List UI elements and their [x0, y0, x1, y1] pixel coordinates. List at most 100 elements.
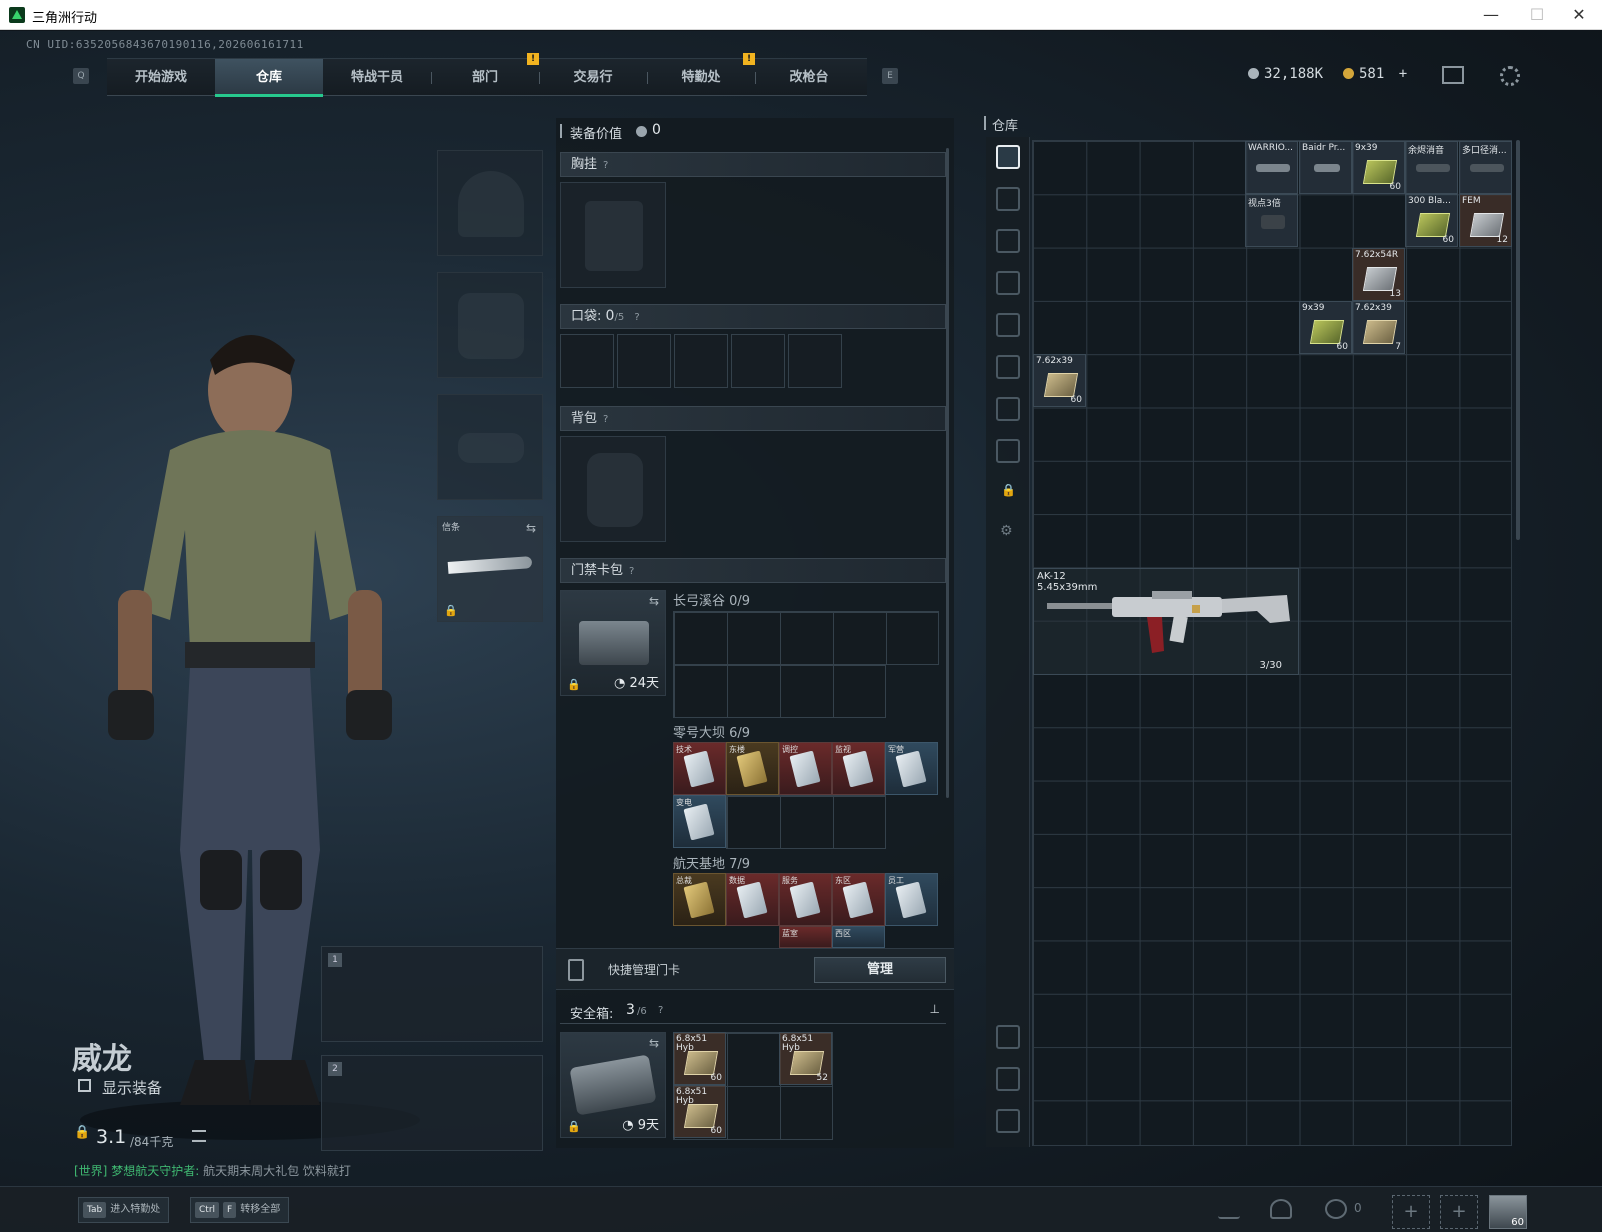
storage-page-icon[interactable] — [996, 397, 1020, 421]
manage-button[interactable]: 管理 — [814, 957, 946, 983]
storage-page-icon[interactable] — [996, 187, 1020, 211]
keycard-item[interactable]: 变电 — [673, 795, 726, 848]
settings-gear-icon[interactable] — [1500, 66, 1520, 86]
pocket-slot[interactable] — [617, 334, 671, 388]
quick-item-slot[interactable]: 60 — [1489, 1195, 1527, 1229]
storage-all-icon[interactable] — [996, 145, 1020, 169]
backpack-slot[interactable] — [560, 436, 666, 542]
keycard-item[interactable]: 东区 — [832, 873, 885, 926]
storage-item[interactable]: 7.62x39 7 — [1352, 301, 1405, 354]
storage-page-icon[interactable] — [996, 439, 1020, 463]
secondary-weapon-slot[interactable]: 2 — [321, 1055, 543, 1151]
storage-item[interactable]: 多口径消... — [1459, 141, 1512, 194]
safe-ammo-item[interactable]: 6.8x51 Hyb 52 — [779, 1032, 832, 1085]
tab-departments[interactable]: 部门 — [431, 59, 539, 97]
storage-item[interactable]: FEM 12 — [1459, 194, 1512, 247]
help-icon[interactable]: ? — [634, 306, 639, 329]
keycard-item[interactable]: 蓝室 — [779, 926, 832, 948]
safe-ammo-item[interactable]: 6.8x51 Hyb 60 — [673, 1085, 726, 1138]
add-slot-button[interactable]: + — [1440, 1195, 1478, 1229]
team-icon[interactable] — [1325, 1199, 1347, 1219]
keycard-item[interactable]: 东楼 — [726, 742, 779, 795]
add-currency-button[interactable]: + — [1399, 66, 1407, 82]
operator-icon[interactable] — [996, 1025, 1020, 1049]
scrollbar[interactable] — [946, 148, 949, 798]
close-button[interactable]: ✕ — [1556, 0, 1602, 30]
stats-chart-icon[interactable] — [1218, 1199, 1240, 1219]
swap-icon[interactable]: ⇆ — [526, 521, 536, 535]
storage-item[interactable]: WARRIO... — [1245, 141, 1298, 194]
keycard-grid-dam[interactable] — [726, 795, 886, 849]
keycard-name: 技术 — [676, 745, 692, 754]
mail-icon[interactable] — [1442, 66, 1464, 84]
add-slot-button[interactable]: + — [1392, 1195, 1430, 1229]
chat-user[interactable]: 梦想航天守护者: — [111, 1164, 199, 1178]
transfer-all-button[interactable]: Ctrl F 转移全部 — [190, 1197, 290, 1223]
help-icon[interactable]: ? — [603, 154, 608, 177]
keycard-item[interactable]: 监视 — [832, 742, 885, 795]
storage-page-icon[interactable] — [996, 271, 1020, 295]
storage-page-icon[interactable] — [996, 355, 1020, 379]
chest-rig-slot[interactable] — [560, 182, 666, 288]
keycard-grid-changgong[interactable] — [673, 611, 939, 665]
keycard-item[interactable]: 总裁 — [673, 873, 726, 926]
tab-operators[interactable]: 特战干员 — [323, 59, 431, 97]
help-icon[interactable]: ? — [658, 1005, 663, 1016]
nav-left-key[interactable]: Q — [73, 68, 89, 84]
enter-special-ops-button[interactable]: Tab 进入特勤处 — [78, 1197, 170, 1223]
armor-slot[interactable] — [437, 272, 543, 378]
swap-icon[interactable]: ⇆ — [649, 594, 659, 608]
tab-warehouse[interactable]: 仓库 — [215, 59, 323, 97]
safe-ammo-item[interactable]: 6.8x51 Hyb 60 — [673, 1032, 726, 1085]
storage-item[interactable]: 9x39 60 — [1352, 141, 1405, 194]
pocket-slot[interactable] — [788, 334, 842, 388]
storage-item[interactable]: 7.62x39 60 — [1033, 354, 1086, 407]
safe-box-slot[interactable]: ⇆ 🔒 ◔ 9天 — [560, 1032, 666, 1138]
tab-trading[interactable]: 交易行 — [539, 59, 647, 97]
gold-coin-icon — [1343, 68, 1354, 79]
keycard-item[interactable]: 服务 — [779, 873, 832, 926]
equipment-value-label: 装备价值 — [570, 127, 623, 142]
pin-icon[interactable]: ⊥ — [930, 1002, 940, 1016]
storage-item[interactable]: 7.62x54R 13 — [1352, 248, 1405, 301]
pocket-slot[interactable] — [560, 334, 614, 388]
nav-right-key[interactable]: E — [882, 68, 898, 84]
keycard-grid-changgong[interactable] — [673, 664, 886, 718]
storage-item[interactable]: 9x39 60 — [1299, 301, 1352, 354]
keycard-item[interactable]: 员工 — [885, 873, 938, 926]
storage-item[interactable]: Baidr Pr... — [1299, 141, 1352, 194]
sort-icon[interactable] — [996, 1109, 1020, 1133]
pistol-slot[interactable] — [437, 394, 543, 500]
storage-scrollbar[interactable] — [1516, 140, 1520, 540]
keycard-item[interactable]: 调控 — [779, 742, 832, 795]
keycard-item[interactable]: 数据 — [726, 873, 779, 926]
settings-gear-icon[interactable]: ⚙ — [1000, 523, 1013, 539]
help-icon[interactable]: ? — [629, 560, 634, 583]
keycard-pouch-slot[interactable]: ⇆ 🔒 ◔ 24天 — [560, 590, 666, 696]
storage-item[interactable]: 余烬消音 — [1405, 141, 1458, 194]
list-icon[interactable] — [192, 1130, 206, 1142]
swap-icon[interactable]: ⇆ — [649, 1036, 659, 1050]
tab-start-game[interactable]: 开始游戏 — [107, 59, 215, 97]
tab-special-ops[interactable]: 特勤处 — [647, 59, 755, 97]
storage-item[interactable]: 视点3倍 — [1245, 194, 1298, 247]
melee-slot[interactable]: 信条 ⇆ 🔒 — [437, 516, 543, 622]
keycard-item[interactable]: 技术 — [673, 742, 726, 795]
primary-weapon-slot[interactable]: 1 — [321, 946, 543, 1042]
storage-weapon[interactable]: AK-12 5.45x39mm 3/30 — [1033, 568, 1299, 675]
pocket-slot[interactable] — [731, 334, 785, 388]
storage-item[interactable]: 300 Bla... 60 — [1405, 194, 1458, 247]
minimize-button[interactable]: — — [1468, 0, 1514, 30]
helmet-slot[interactable] — [437, 150, 543, 256]
pocket-slot[interactable] — [674, 334, 728, 388]
keycard-item[interactable]: 西区 — [832, 926, 885, 948]
storage-page-icon[interactable] — [996, 313, 1020, 337]
storage-page-icon[interactable] — [996, 229, 1020, 253]
show-gear-checkbox[interactable] — [78, 1079, 91, 1092]
tab-gunsmith[interactable]: 改枪台 — [755, 59, 863, 97]
keycard-item[interactable]: 军营 — [885, 742, 938, 795]
flag-icon[interactable] — [1270, 1199, 1292, 1219]
help-icon[interactable]: ? — [603, 408, 608, 431]
layers-icon[interactable] — [996, 1067, 1020, 1091]
maximize-button[interactable]: ☐ — [1514, 0, 1560, 30]
